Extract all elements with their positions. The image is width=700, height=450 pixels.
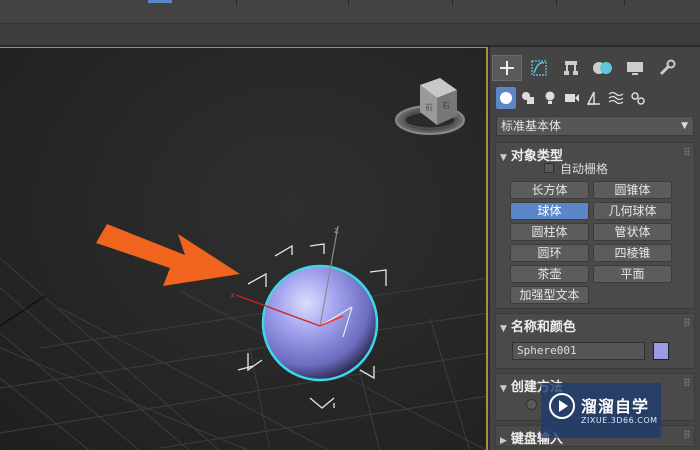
category-dropdown[interactable]: 标准基本体 ▼ [496, 116, 694, 136]
ribbon-bar [0, 24, 700, 46]
object-type-title: 对象类型 [510, 149, 563, 164]
autogrid-checkbox[interactable] [544, 163, 554, 173]
viewcube[interactable]: 前 右 [395, 78, 465, 135]
name-color-header[interactable]: ▼ 名称和颜色 [500, 316, 576, 335]
viewport-scene: 前 右 x z [0, 78, 486, 450]
shapes-icon[interactable] [518, 87, 538, 109]
expand-triangle-icon: ▶ [500, 436, 507, 446]
main-toolbar [0, 0, 700, 24]
utilities-wrench-icon[interactable] [652, 55, 682, 81]
modify-curve-icon[interactable] [524, 55, 554, 81]
object-button-textplus[interactable]: 加强型文本 [510, 286, 589, 304]
rollout-grip-icon[interactable] [684, 318, 690, 326]
collapse-triangle-icon: ▼ [500, 384, 507, 394]
systems-icon[interactable] [628, 87, 648, 109]
object-button-plane[interactable]: 平面 [593, 265, 672, 283]
object-button-cone[interactable]: 圆锥体 [593, 181, 672, 199]
object-button-geosphere[interactable]: 几何球体 [593, 202, 672, 220]
name-color-rollout: ▼ 名称和颜色 Sphere001 [495, 313, 695, 369]
viewcube-right-face: 右 [442, 100, 450, 110]
geometry-sphere-icon[interactable] [496, 87, 516, 109]
object-button-tube[interactable]: 管状体 [593, 223, 672, 241]
grid-axis-line [0, 295, 46, 327]
lights-icon[interactable] [540, 87, 560, 109]
command-panel-tabs [490, 55, 700, 83]
watermark-url: ZIXUE.3D66.COM [581, 416, 658, 425]
object-button-box[interactable]: 长方体 [510, 181, 589, 199]
watermark-title: 溜溜自学 [581, 397, 650, 416]
object-button-torus[interactable]: 圆环 [510, 244, 589, 262]
x-axis-label: x [230, 291, 236, 301]
creation-method-radio[interactable] [526, 399, 537, 410]
object-button-teapot[interactable]: 茶壶 [510, 265, 589, 283]
motion-icon[interactable] [588, 55, 618, 81]
object-button-cylinder[interactable]: 圆柱体 [510, 223, 589, 241]
object-name-field[interactable]: Sphere001 [512, 342, 645, 360]
chevron-down-icon: ▼ [681, 121, 688, 131]
watermark: 溜溜自学 ZIXUE.3D66.COM [541, 383, 661, 438]
category-dropdown-value: 标准基本体 [501, 119, 562, 133]
rollout-grip-icon[interactable] [684, 430, 690, 438]
object-button-sphere[interactable]: 球体 [510, 202, 589, 220]
collapse-triangle-icon: ▼ [500, 324, 507, 334]
create-plus-icon[interactable] [492, 55, 522, 81]
play-logo-icon [549, 393, 575, 419]
object-button-pyramid[interactable]: 四棱锥 [593, 244, 672, 262]
hierarchy-icon[interactable] [556, 55, 586, 81]
collapse-triangle-icon: ▼ [500, 153, 507, 163]
annotation-arrow [96, 224, 240, 286]
space-warps-icon[interactable] [606, 87, 626, 109]
rollout-grip-icon[interactable] [684, 378, 690, 386]
perspective-viewport[interactable]: 前 右 x z [0, 47, 488, 450]
display-monitor-icon[interactable] [620, 55, 650, 81]
object-type-header[interactable]: ▼ 对象类型 [500, 145, 563, 164]
object-type-rollout: ▼ 对象类型 自动栅格 长方体 圆锥体 球体 几何球体 圆柱体 管状体 圆环 四棱… [495, 142, 695, 309]
helpers-icon[interactable] [584, 87, 604, 109]
create-subcategory-row [490, 87, 700, 111]
viewcube-front-face: 前 [425, 102, 433, 112]
home-grid [0, 257, 486, 450]
cameras-icon[interactable] [562, 87, 582, 109]
autogrid-label: 自动栅格 [560, 162, 609, 176]
active-toolbar-indicator [148, 0, 172, 3]
object-color-swatch[interactable] [653, 342, 669, 360]
z-axis-label: z [334, 226, 339, 236]
name-color-title: 名称和颜色 [510, 320, 576, 335]
rollout-grip-icon[interactable] [684, 147, 690, 155]
